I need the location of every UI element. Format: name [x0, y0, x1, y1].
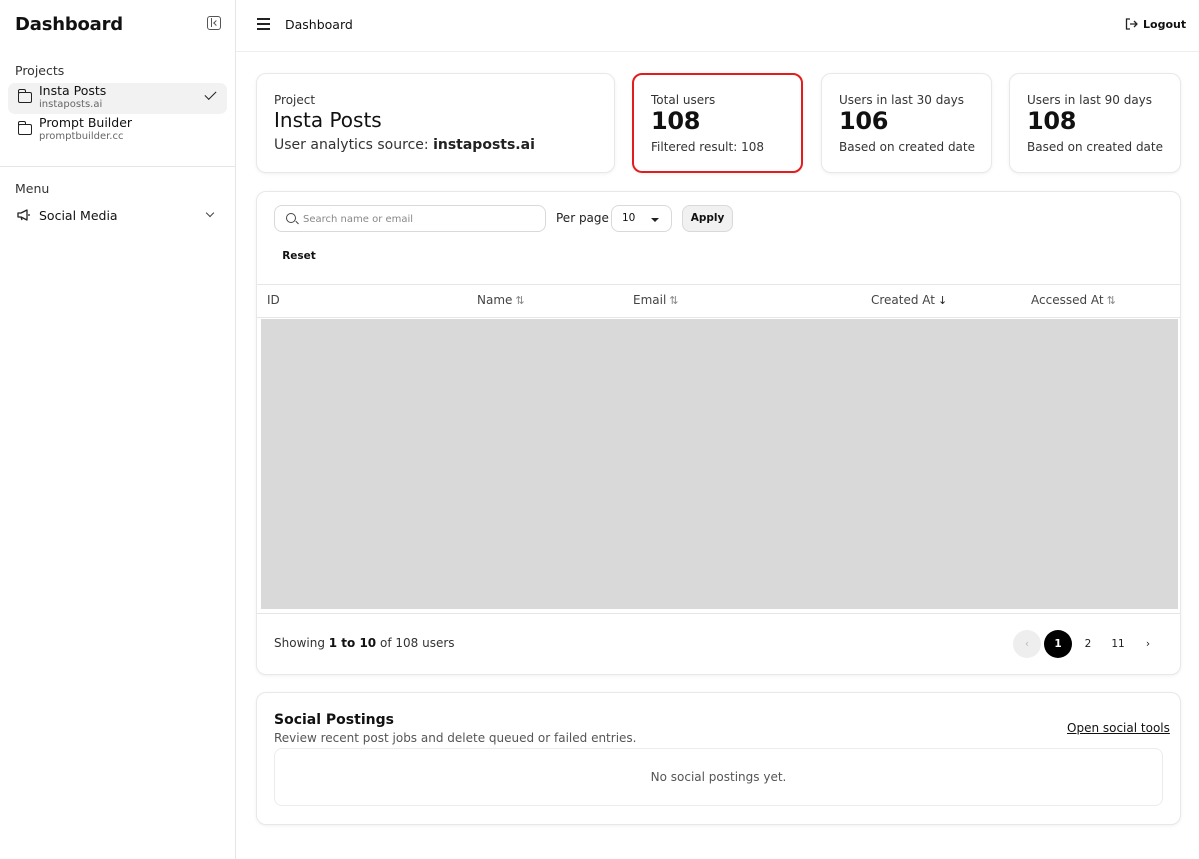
- megaphone-icon: [17, 209, 30, 221]
- social-postings-subtitle: Review recent post jobs and delete queue…: [274, 731, 637, 745]
- project-name: Insta Posts: [39, 83, 107, 98]
- column-header-created-at[interactable]: Created At ↓: [871, 293, 947, 307]
- page-button-11[interactable]: 11: [1104, 630, 1132, 658]
- folder-icon: [17, 121, 32, 135]
- page-button-2[interactable]: 2: [1074, 630, 1102, 658]
- next-page-button[interactable]: ›: [1134, 630, 1162, 658]
- menu-toggle-icon[interactable]: [257, 18, 270, 30]
- last-90-label: Users in last 90 days: [1027, 93, 1153, 107]
- per-page-value: 10: [622, 212, 636, 224]
- project-name: Prompt Builder: [39, 115, 133, 130]
- users-panel: Per page 10 Apply Reset ID Name⇅ Email⇅ …: [256, 191, 1181, 675]
- project-card-label: Project: [274, 93, 316, 107]
- open-social-tools-link[interactable]: Open social tools: [1067, 721, 1170, 735]
- project-item-insta-posts[interactable]: Insta Posts instaposts.ai: [8, 83, 227, 114]
- menu-item-social-media[interactable]: Social Media: [8, 204, 227, 228]
- project-url: promptbuilder.cc: [39, 131, 124, 142]
- showing-prefix: Showing: [274, 636, 325, 650]
- logout-icon: [1125, 18, 1138, 30]
- column-label: ID: [267, 293, 280, 307]
- sidebar: Dashboard Projects Insta Posts instapost…: [0, 0, 236, 859]
- pagination-summary: Showing 1 to 10 of 108 users: [274, 636, 455, 650]
- project-url: instaposts.ai: [39, 99, 103, 110]
- previous-page-button[interactable]: ‹: [1013, 630, 1041, 658]
- column-header-name[interactable]: Name ⇅: [477, 293, 525, 307]
- showing-total: 108 users: [395, 636, 455, 650]
- project-item-prompt-builder[interactable]: Prompt Builder promptbuilder.cc: [8, 115, 227, 146]
- project-card: Project Insta Posts User analytics sourc…: [256, 73, 615, 173]
- last-30-value: 106: [839, 107, 889, 135]
- projects-heading: Projects: [15, 63, 65, 78]
- check-icon: [204, 87, 217, 101]
- column-header-email[interactable]: Email ⇅: [633, 293, 679, 307]
- showing-of: of: [379, 636, 392, 650]
- sort-icon: ⇅: [669, 294, 679, 307]
- total-users-card: Total users 108 Filtered result: 108: [632, 73, 803, 173]
- apply-button[interactable]: Apply: [682, 205, 733, 232]
- page-button-1[interactable]: 1: [1044, 630, 1072, 658]
- column-label: Name: [477, 293, 513, 307]
- source-prefix: User analytics source:: [274, 137, 429, 153]
- table-body-redacted: [261, 319, 1178, 609]
- last-30-days-card: Users in last 30 days 106 Based on creat…: [821, 73, 992, 173]
- column-label: Created At: [871, 293, 936, 307]
- sidebar-title: Dashboard: [15, 14, 123, 35]
- last-90-days-card: Users in last 90 days 108 Based on creat…: [1009, 73, 1181, 173]
- sort-desc-icon: ↓: [938, 294, 948, 307]
- per-page-label: Per page: [556, 211, 609, 225]
- topbar: Dashboard Logout: [236, 0, 1199, 52]
- search-input[interactable]: [303, 211, 539, 227]
- menu-item-label: Social Media: [39, 208, 118, 223]
- table-footer-divider: [257, 613, 1180, 614]
- source-value: instaposts.ai: [433, 137, 535, 153]
- logout-label: Logout: [1143, 18, 1187, 31]
- search-box[interactable]: [274, 205, 546, 232]
- last-30-sub: Based on created date: [839, 140, 975, 154]
- column-label: Email: [633, 293, 667, 307]
- sort-icon: ⇅: [515, 294, 525, 307]
- project-card-title: Insta Posts: [274, 108, 382, 132]
- social-postings-panel: Social Postings Review recent post jobs …: [256, 692, 1181, 825]
- last-90-sub: Based on created date: [1027, 140, 1163, 154]
- column-label: Accessed At: [1031, 293, 1104, 307]
- sidebar-divider: [0, 166, 236, 167]
- total-users-value: 108: [651, 107, 701, 135]
- breadcrumb: Dashboard: [285, 17, 353, 32]
- menu-heading: Menu: [15, 181, 50, 196]
- total-users-sub: Filtered result: 108: [651, 140, 764, 154]
- column-header-accessed-at[interactable]: Accessed At ⇅: [1031, 293, 1116, 307]
- table-header: ID Name ⇅ Email ⇅ Created At ↓ Accessed At ⇅: [257, 284, 1180, 318]
- total-users-label: Total users: [651, 93, 716, 107]
- caret-down-icon: [651, 218, 659, 222]
- folder-icon: [17, 89, 32, 103]
- social-postings-empty-state: No social postings yet.: [274, 748, 1163, 806]
- last-90-value: 108: [1027, 107, 1077, 135]
- chevron-down-icon[interactable]: [205, 208, 215, 218]
- column-header-id[interactable]: ID: [267, 293, 280, 307]
- project-card-source: User analytics source: instaposts.ai: [274, 137, 535, 153]
- last-30-label: Users in last 30 days: [839, 93, 965, 107]
- sort-icon: ⇅: [1106, 294, 1116, 307]
- collapse-sidebar-icon[interactable]: [207, 16, 221, 30]
- reset-button[interactable]: Reset: [274, 244, 324, 268]
- showing-range: 1 to 10: [328, 636, 377, 650]
- social-postings-title: Social Postings: [274, 712, 394, 728]
- search-icon: [286, 213, 296, 223]
- per-page-select[interactable]: 10: [611, 205, 672, 232]
